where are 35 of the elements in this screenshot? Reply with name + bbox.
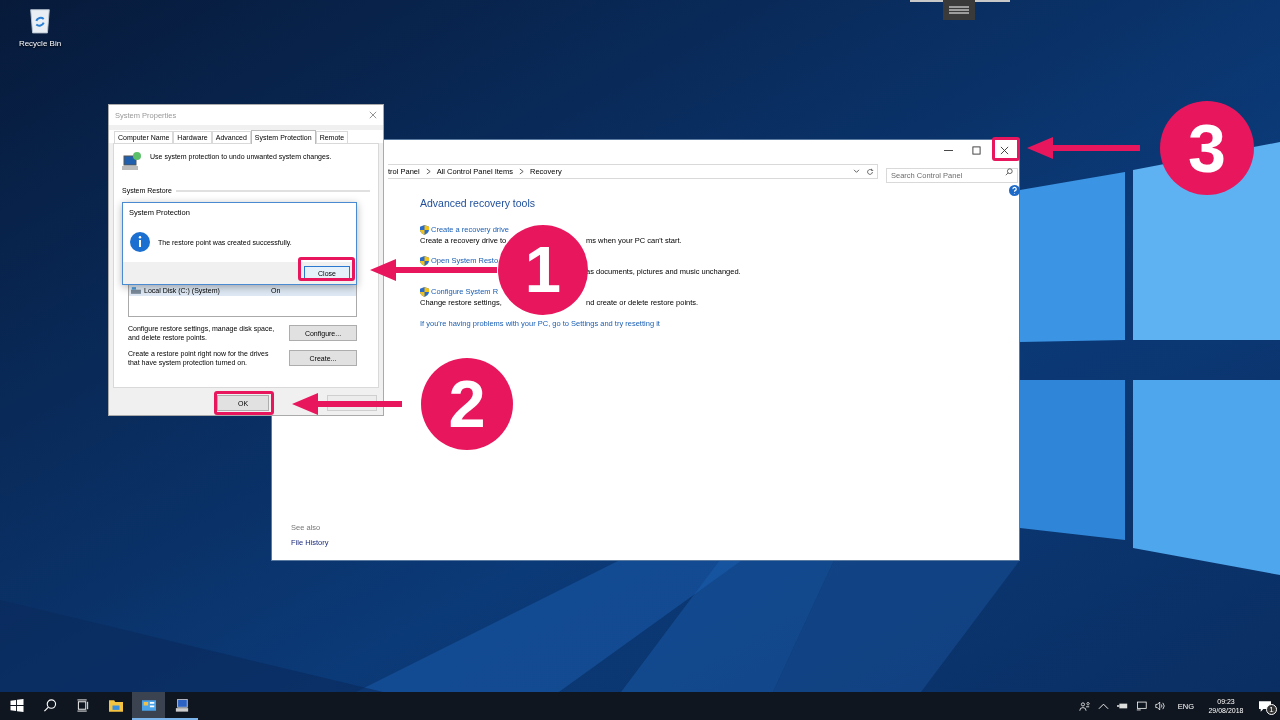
taskbar-app[interactable] — [132, 692, 165, 720]
caret-icon[interactable] — [1097, 701, 1109, 711]
people-icon[interactable] — [1078, 701, 1090, 711]
windows-logo-icon — [9, 698, 24, 712]
chevron-icon — [425, 168, 431, 175]
close-icon[interactable] — [1000, 145, 1009, 155]
network-icon[interactable] — [1135, 701, 1147, 711]
computer-icon — [174, 698, 189, 712]
highlight-frame — [214, 391, 274, 415]
icon-label: Recycle Bin — [18, 39, 62, 48]
section-heading: Advanced recovery tools — [420, 197, 536, 209]
search-icon — [1005, 167, 1013, 176]
device-icon[interactable] — [1116, 701, 1128, 711]
control-panel-icon — [141, 698, 156, 712]
help-icon[interactable] — [1009, 185, 1020, 196]
highlight-frame — [298, 257, 355, 281]
info-icon — [130, 232, 150, 252]
shield-icon — [420, 224, 429, 235]
highlight-frame — [992, 137, 1020, 161]
maximize-icon[interactable] — [972, 145, 981, 155]
search-icon — [42, 698, 57, 712]
notification-count: 1 — [1266, 704, 1277, 715]
volume-icon[interactable] — [1154, 701, 1166, 711]
drive-icon — [131, 286, 141, 294]
shield-icon — [420, 286, 429, 297]
dropdown-icon[interactable] — [853, 169, 860, 174]
connection-tab[interactable] — [943, 0, 975, 20]
refresh-icon[interactable] — [866, 167, 874, 176]
folder-icon — [108, 698, 123, 712]
task-view-icon — [75, 698, 90, 712]
menu-icon — [949, 6, 969, 14]
computer-icon — [122, 151, 142, 171]
chevron-icon — [519, 168, 524, 175]
notification-button[interactable]: 1 — [1250, 692, 1280, 720]
shield-icon — [420, 255, 429, 266]
